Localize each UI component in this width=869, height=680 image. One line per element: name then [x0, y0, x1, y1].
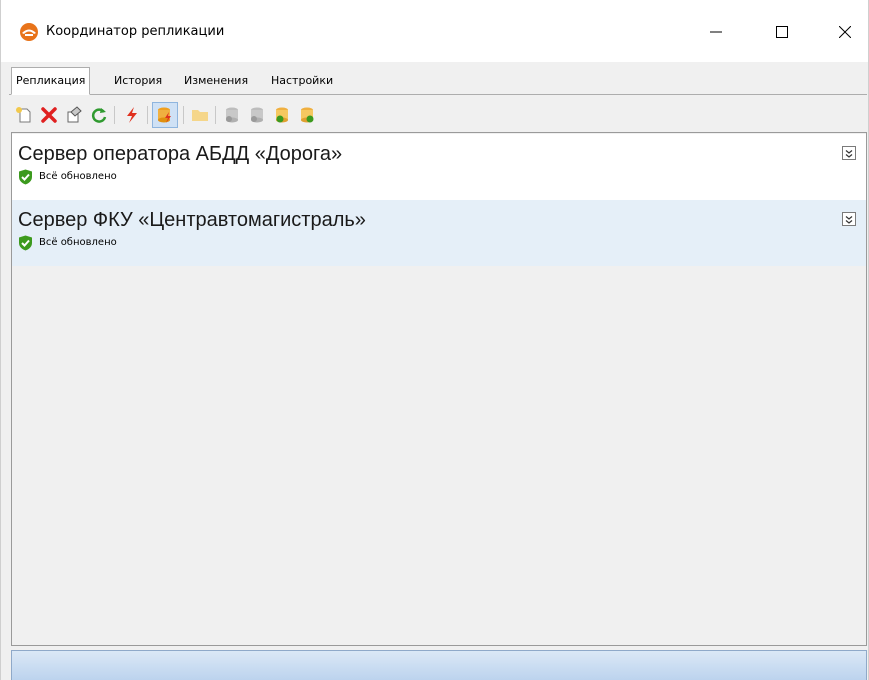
properties-icon: [65, 106, 83, 124]
toolbar-separator: [114, 106, 115, 124]
server-name: Сервер оператора АБДД «Дорога»: [18, 143, 343, 165]
tab-changes[interactable]: Изменения: [181, 70, 251, 94]
folder-icon: [191, 106, 209, 124]
database-sync-button-1[interactable]: [271, 104, 293, 126]
toolbar-separator: [215, 106, 216, 124]
replication-coordinator-window: Координатор репликации Репликация Истори…: [0, 0, 869, 680]
database-disabled-icon-2: [248, 106, 266, 124]
server-list: Сервер оператора АБДД «Дорога» Всё обнов…: [11, 132, 867, 646]
minimize-icon: [710, 26, 722, 38]
toolbar-separator: [147, 106, 148, 124]
lightning-button[interactable]: [121, 104, 143, 126]
lightning-icon: [123, 106, 141, 124]
server-status: Всё обновлено: [18, 169, 117, 185]
server-status-text: Всё обновлено: [39, 237, 117, 248]
refresh-icon: [90, 106, 108, 124]
maximize-icon: [776, 26, 788, 38]
server-row[interactable]: Сервер ФКУ «Центравтомагистраль» Всё обн…: [12, 200, 866, 266]
status-bar: [11, 650, 867, 680]
server-status: Всё обновлено: [18, 235, 117, 251]
database-sync-icon-1: [273, 106, 291, 124]
delete-icon: [40, 106, 58, 124]
database-disabled-button-2[interactable]: [246, 104, 268, 126]
database-lightning-button[interactable]: [152, 102, 178, 128]
refresh-button[interactable]: [88, 104, 110, 126]
database-lightning-icon: [156, 106, 174, 124]
tab-strip: Репликация История Изменения Настройки: [9, 66, 867, 95]
window-title: Координатор репликации: [46, 24, 225, 39]
shield-check-icon: [18, 235, 33, 251]
toolbar-separator: [183, 106, 184, 124]
shield-check-icon: [18, 169, 33, 185]
database-disabled-button-1[interactable]: [221, 104, 243, 126]
title-bar[interactable]: Координатор репликации: [1, 0, 868, 62]
new-icon: [15, 106, 33, 124]
properties-button[interactable]: [63, 104, 85, 126]
database-disabled-icon-1: [223, 106, 241, 124]
toolbar: [11, 96, 867, 132]
tab-settings[interactable]: Настройки: [268, 70, 336, 94]
expand-button[interactable]: [842, 212, 856, 226]
database-sync-icon-2: [298, 106, 316, 124]
minimize-button[interactable]: [693, 14, 739, 50]
folder-button[interactable]: [189, 104, 211, 126]
server-status-text: Всё обновлено: [39, 171, 117, 182]
replication-coordinator-icon: [19, 22, 39, 42]
server-name: Сервер ФКУ «Центравтомагистраль»: [18, 209, 366, 231]
new-button[interactable]: [13, 104, 35, 126]
chevron-double-down-icon: [844, 144, 854, 163]
tab-replication[interactable]: Репликация: [11, 67, 91, 95]
server-row[interactable]: Сервер оператора АБДД «Дорога» Всё обнов…: [12, 134, 866, 200]
delete-button[interactable]: [38, 104, 60, 126]
maximize-button[interactable]: [759, 14, 805, 50]
database-sync-button-2[interactable]: [296, 104, 318, 126]
close-icon: [839, 26, 851, 38]
close-button[interactable]: [822, 14, 868, 50]
chevron-double-down-icon: [844, 210, 854, 229]
tab-history[interactable]: История: [111, 70, 165, 94]
expand-button[interactable]: [842, 146, 856, 160]
